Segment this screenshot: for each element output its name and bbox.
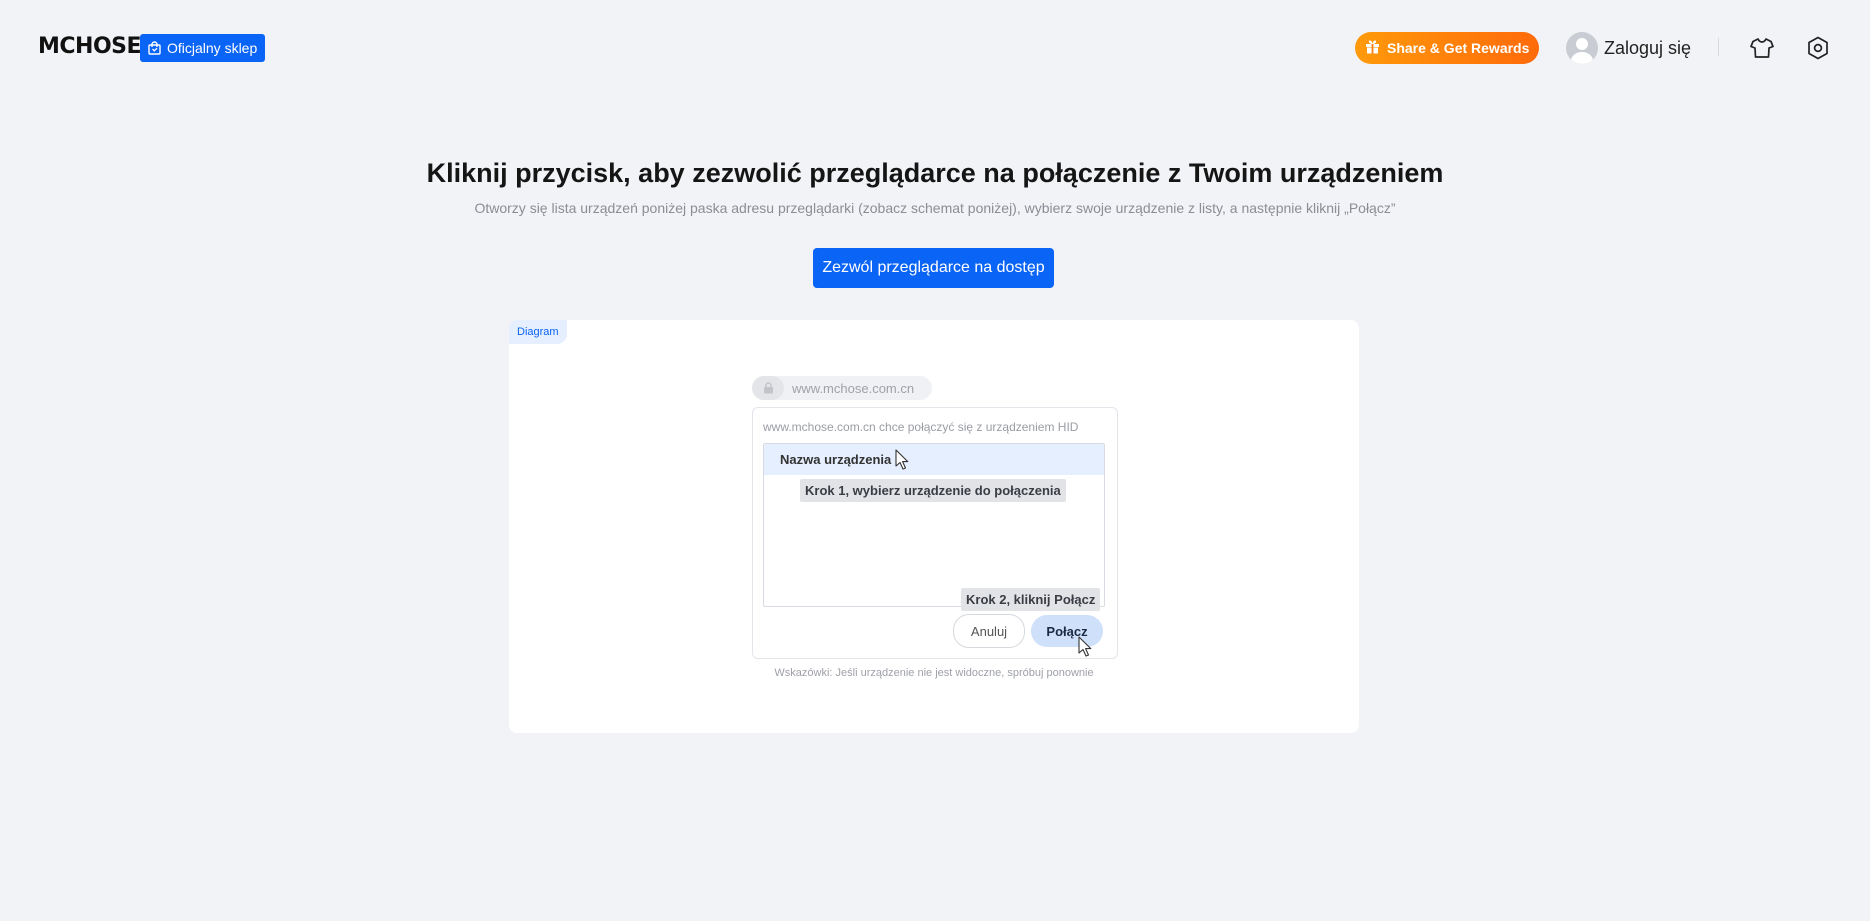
login-label: Zaloguj się	[1604, 37, 1692, 58]
url-text: www.mchose.com.cn	[792, 380, 915, 396]
url-bar: www.mchose.com.cn	[752, 376, 932, 400]
official-shop-label: Oficjalny sklep	[167, 40, 258, 56]
login-button[interactable]: Zaloguj się	[1566, 30, 1691, 66]
step2-label: Krok 2, kliknij Połącz	[961, 588, 1101, 611]
allow-browser-access-button[interactable]: Zezwól przeglądarce na dostęp	[813, 248, 1054, 288]
gift-icon	[1365, 39, 1380, 57]
divider	[1718, 38, 1719, 56]
dialog-message: www.mchose.com.cn chce połączyć się z ur…	[763, 420, 1079, 434]
page-subtitle: Otworzy się lista urządzeń poniżej paska…	[474, 200, 1396, 216]
diagram-cancel-button: Anuluj	[953, 614, 1025, 648]
avatar	[1566, 32, 1598, 64]
diagram-card: Diagram www.mchose.com.cn www.mchose.com…	[509, 320, 1359, 733]
official-shop-button[interactable]: Oficjalny sklep	[140, 34, 266, 62]
hid-permission-dialog: www.mchose.com.cn chce połączyć się z ur…	[752, 407, 1118, 659]
diagram-tip: Wskazówki: Jeśli urządzenie nie jest wid…	[774, 667, 1094, 679]
settings-icon[interactable]	[1804, 34, 1832, 62]
device-list: Nazwa urządzenia	[763, 443, 1105, 607]
diagram-tag: Diagram	[509, 320, 567, 344]
header: MCHOSE Oficjalny sklep Share & Get Rewar…	[0, 0, 1870, 96]
logo[interactable]: MCHOSE	[38, 34, 142, 59]
device-name: Nazwa urządzenia	[780, 452, 892, 467]
device-row: Nazwa urządzenia	[764, 444, 1104, 475]
step1-label: Krok 1, wybierz urządzenie do połączenia	[800, 479, 1066, 502]
pointer-cursor-icon	[1078, 636, 1092, 657]
pointer-cursor-icon	[895, 449, 909, 470]
share-rewards-label: Share & Get Rewards	[1387, 40, 1530, 56]
lock-icon	[752, 376, 784, 400]
page-title: Kliknij przycisk, aby zezwolić przegląda…	[426, 158, 1444, 188]
share-rewards-button[interactable]: Share & Get Rewards	[1355, 32, 1540, 64]
bag-icon	[148, 41, 161, 55]
tshirt-icon[interactable]	[1748, 34, 1776, 62]
